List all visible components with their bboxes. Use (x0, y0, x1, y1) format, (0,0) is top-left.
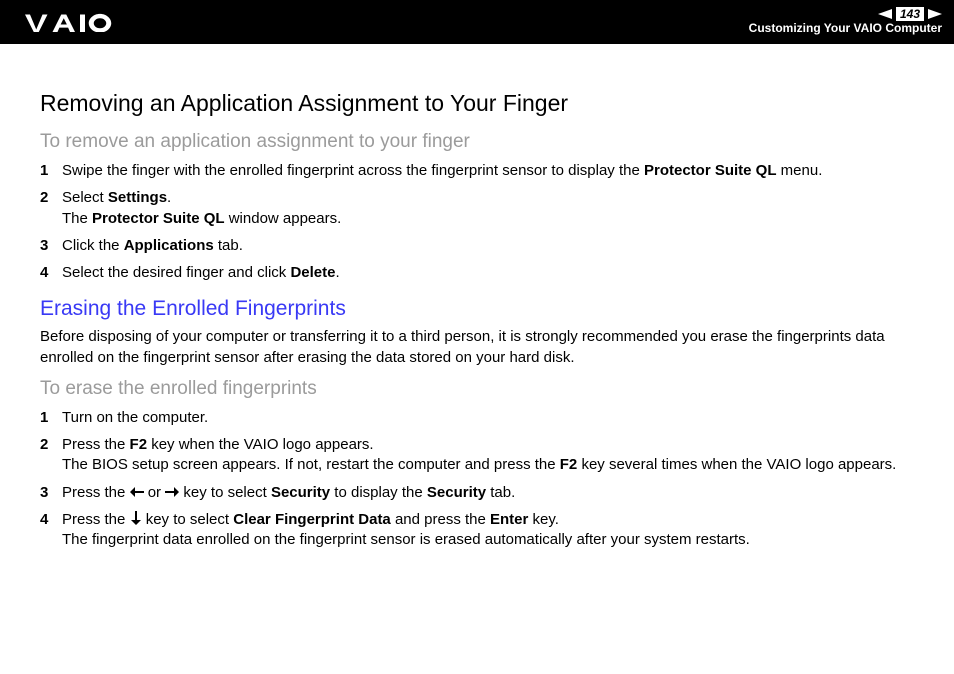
bold: F2 (560, 456, 578, 473)
text: Select (62, 189, 108, 206)
text: Click the (62, 237, 124, 254)
text: and press the (391, 511, 490, 528)
subheading-erase: To erase the enrolled fingerprints (40, 378, 914, 400)
page-navigator: 143 (749, 7, 942, 21)
header-bar: 143 Customizing Your VAIO Computer (0, 0, 954, 44)
text: The fingerprint data enrolled on the fin… (62, 531, 750, 548)
text: or (144, 484, 166, 501)
body-paragraph: Before disposing of your computer or tra… (40, 327, 914, 368)
text: window appears. (225, 210, 342, 227)
page-content: Removing an Application Assignment to Yo… (0, 44, 954, 577)
text: to display the (330, 484, 427, 501)
text: The (62, 210, 92, 227)
text: tab. (486, 484, 515, 501)
step-item: Press the F2 key when the VAIO logo appe… (40, 435, 914, 476)
step-item: Select Settings. The Protector Suite QL … (40, 188, 914, 229)
step-item: Select the desired finger and click Dele… (40, 263, 914, 283)
text: Turn on the computer. (62, 409, 208, 426)
bold: Applications (124, 237, 214, 254)
text: Select the desired finger and click (62, 264, 290, 281)
text: key to select (179, 484, 271, 501)
text: tab. (214, 237, 243, 254)
vaio-logo (20, 12, 130, 32)
page-title: Removing an Application Assignment to Yo… (40, 90, 914, 117)
bold: Security (271, 484, 330, 501)
next-page-arrow-icon[interactable] (928, 9, 942, 19)
text: . (336, 264, 340, 281)
steps-erase-fingerprints: Turn on the computer. Press the F2 key w… (40, 408, 914, 551)
steps-remove-assignment: Swipe the finger with the enrolled finge… (40, 161, 914, 283)
bold: Delete (290, 264, 335, 281)
arrow-down-icon (130, 511, 142, 525)
bold: Protector Suite QL (644, 162, 777, 179)
text: . (167, 189, 171, 206)
bold: Clear Fingerprint Data (233, 511, 391, 528)
step-item: Swipe the finger with the enrolled finge… (40, 161, 914, 181)
text: Press the (62, 436, 130, 453)
header-right: 143 Customizing Your VAIO Computer (749, 7, 942, 37)
step-item: Turn on the computer. (40, 408, 914, 428)
arrow-right-icon (165, 486, 179, 498)
text: Swipe the finger with the enrolled finge… (62, 162, 644, 179)
text: The BIOS setup screen appears. If not, r… (62, 456, 560, 473)
prev-page-arrow-icon[interactable] (878, 9, 892, 19)
step-item: Press the or key to select Security to d… (40, 483, 914, 503)
step-item: Press the key to select Clear Fingerprin… (40, 510, 914, 551)
text: Press the (62, 511, 130, 528)
section-title: Customizing Your VAIO Computer (749, 21, 942, 37)
bold: Settings (108, 189, 167, 206)
page-number: 143 (896, 7, 924, 21)
bold: Enter (490, 511, 528, 528)
step-item: Click the Applications tab. (40, 236, 914, 256)
text: key to select (142, 511, 234, 528)
bold: Security (427, 484, 486, 501)
text: Press the (62, 484, 130, 501)
text: key when the VAIO logo appears. (147, 436, 374, 453)
text: key several times when the VAIO logo app… (577, 456, 896, 473)
bold: Protector Suite QL (92, 210, 225, 227)
text: key. (528, 511, 559, 528)
arrow-left-icon (130, 486, 144, 498)
subheading-erasing: Erasing the Enrolled Fingerprints (40, 297, 914, 321)
bold: F2 (130, 436, 148, 453)
text: menu. (777, 162, 823, 179)
subheading-remove: To remove an application assignment to y… (40, 131, 914, 153)
